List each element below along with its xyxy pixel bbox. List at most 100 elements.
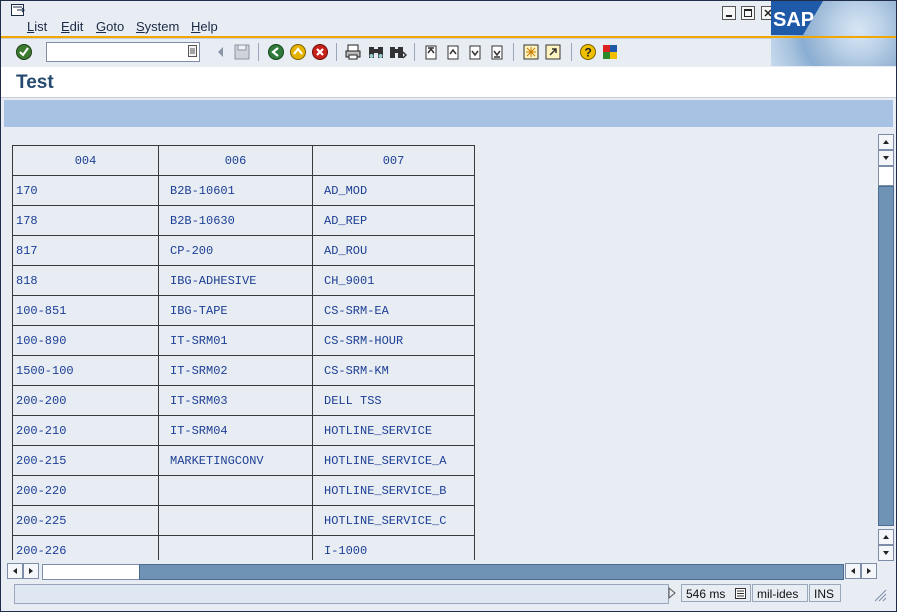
table-cell: 100-890 [12,325,159,356]
table-cell: HOTLINE_SERVICE_C [312,505,475,536]
standard-toolbar: ? [1,38,771,67]
table-row[interactable]: 200-226 I-1000 [12,535,475,560]
table-row[interactable]: 200-215 MARKETINGCONV HOTLINE_SERVICE_A [12,445,475,476]
table-cell [158,505,313,536]
table-row[interactable]: 200-200 IT-SRM03 DELL TSS [12,385,475,416]
status-bar: 546 ms mil-ides INS [1,582,896,611]
horizontal-scroll-track[interactable] [42,564,140,580]
menu-list[interactable]: List [27,19,47,34]
response-time: 546 ms [686,587,726,601]
menu-edit[interactable]: Edit [61,19,83,34]
resize-grip-icon[interactable] [871,586,887,602]
scroll-page-left-icon[interactable] [845,563,861,579]
system-info-icon[interactable] [735,588,746,599]
table-header-row: 004 006 007 [12,145,475,176]
table-row[interactable]: 100-890 IT-SRM01 CS-SRM-HOUR [12,325,475,356]
table-cell: IT-SRM01 [158,325,313,356]
scroll-line-up-icon[interactable] [878,529,894,545]
horizontal-scroll-thumb[interactable] [139,564,844,580]
table-cell: HOTLINE_SERVICE_A [312,445,475,476]
exit-icon[interactable] [289,43,307,61]
cancel-icon[interactable] [311,43,329,61]
enter-check-icon[interactable] [15,43,33,61]
scroll-line-down-icon[interactable] [878,150,894,166]
table-row[interactable]: 1500-100 IT-SRM02 CS-SRM-KM [12,355,475,386]
column-header-004[interactable]: 004 [12,145,159,176]
save-icon [234,44,250,60]
find-icon[interactable] [367,43,385,61]
print-icon[interactable] [344,43,362,61]
sap-window: List Edit Goto System Help SAP ? Test 00… [0,0,897,612]
table-row[interactable]: 818 IBG-ADHESIVE CH_9001 [12,265,475,296]
help-icon[interactable]: ? [579,43,597,61]
window-menu-icon[interactable] [11,4,26,17]
back-icon[interactable] [267,43,285,61]
table-cell: AD_REP [312,205,475,236]
command-field[interactable] [46,42,200,62]
page-title: Test [16,72,54,93]
svg-text:?: ? [585,46,592,60]
table-cell: 200-226 [12,535,159,560]
response-time-field: 546 ms [681,584,751,602]
table-row[interactable]: 178 B2B-10630 AD_REP [12,205,475,236]
scroll-right-icon[interactable] [23,563,39,579]
table-cell: AD_MOD [312,175,475,206]
table-row[interactable]: 170 B2B-10601 AD_MOD [12,175,475,206]
command-history-icon[interactable] [188,45,197,57]
customize-layout-icon[interactable] [601,43,619,61]
menu-help[interactable]: Help [191,19,218,34]
collapse-arrow-icon[interactable] [212,43,230,61]
create-session-icon[interactable] [522,43,540,61]
toolbar-separator [513,43,514,61]
scroll-left-icon[interactable] [7,563,23,579]
last-page-icon[interactable] [488,43,506,61]
menu-goto[interactable]: Goto [96,19,124,34]
table-cell: IT-SRM03 [158,385,313,416]
minimize-icon[interactable] [722,6,736,20]
maximize-icon[interactable] [741,6,756,20]
table-cell: 200-200 [12,385,159,416]
application-toolbar [4,100,893,127]
scroll-page-down-icon[interactable] [878,545,894,561]
table-cell: B2B-10630 [158,205,313,236]
table-row[interactable]: 100-851 IBG-TAPE CS-SRM-EA [12,295,475,326]
table-cell: 178 [12,205,159,236]
table-cell: 817 [12,235,159,266]
status-expand-icon[interactable] [667,587,677,599]
table-row[interactable]: 200-225 HOTLINE_SERVICE_C [12,505,475,536]
horizontal-scrollbar[interactable] [4,563,893,580]
table-cell: 818 [12,265,159,296]
table-cell: I-1000 [312,535,475,560]
column-header-007[interactable]: 007 [312,145,475,176]
table-cell: CP-200 [158,235,313,266]
svg-text:SAP: SAP [773,9,814,31]
insert-mode[interactable]: INS [809,584,841,602]
table-cell: 200-225 [12,505,159,536]
find-next-icon[interactable] [389,43,407,61]
first-page-icon[interactable] [422,43,440,61]
vertical-scroll-track[interactable] [878,166,894,186]
shortcut-icon[interactable] [544,43,562,61]
table-row[interactable]: 817 CP-200 AD_ROU [12,235,475,266]
menu-system[interactable]: System [136,19,179,34]
table-cell: HOTLINE_SERVICE [312,415,475,446]
scroll-page-right-icon[interactable] [861,563,877,579]
table-row[interactable]: 200-220 HOTLINE_SERVICE_B [12,475,475,506]
vertical-scrollbar[interactable] [877,132,894,562]
table-cell: 1500-100 [12,355,159,386]
scroll-page-up-icon[interactable] [878,134,894,150]
previous-page-icon[interactable] [444,43,462,61]
command-input[interactable] [47,43,183,59]
next-page-icon[interactable] [466,43,484,61]
table-cell: CS-SRM-HOUR [312,325,475,356]
table-cell: 100-851 [12,295,159,326]
table-cell: CS-SRM-KM [312,355,475,386]
vertical-scroll-thumb[interactable] [878,186,894,526]
title-bar: Test [1,67,896,98]
column-header-006[interactable]: 006 [158,145,313,176]
table-cell: B2B-10601 [158,175,313,206]
table-cell: IT-SRM04 [158,415,313,446]
toolbar-separator [258,43,259,61]
menu-bar: List Edit Goto System Help [1,1,896,37]
table-row[interactable]: 200-210 IT-SRM04 HOTLINE_SERVICE [12,415,475,446]
